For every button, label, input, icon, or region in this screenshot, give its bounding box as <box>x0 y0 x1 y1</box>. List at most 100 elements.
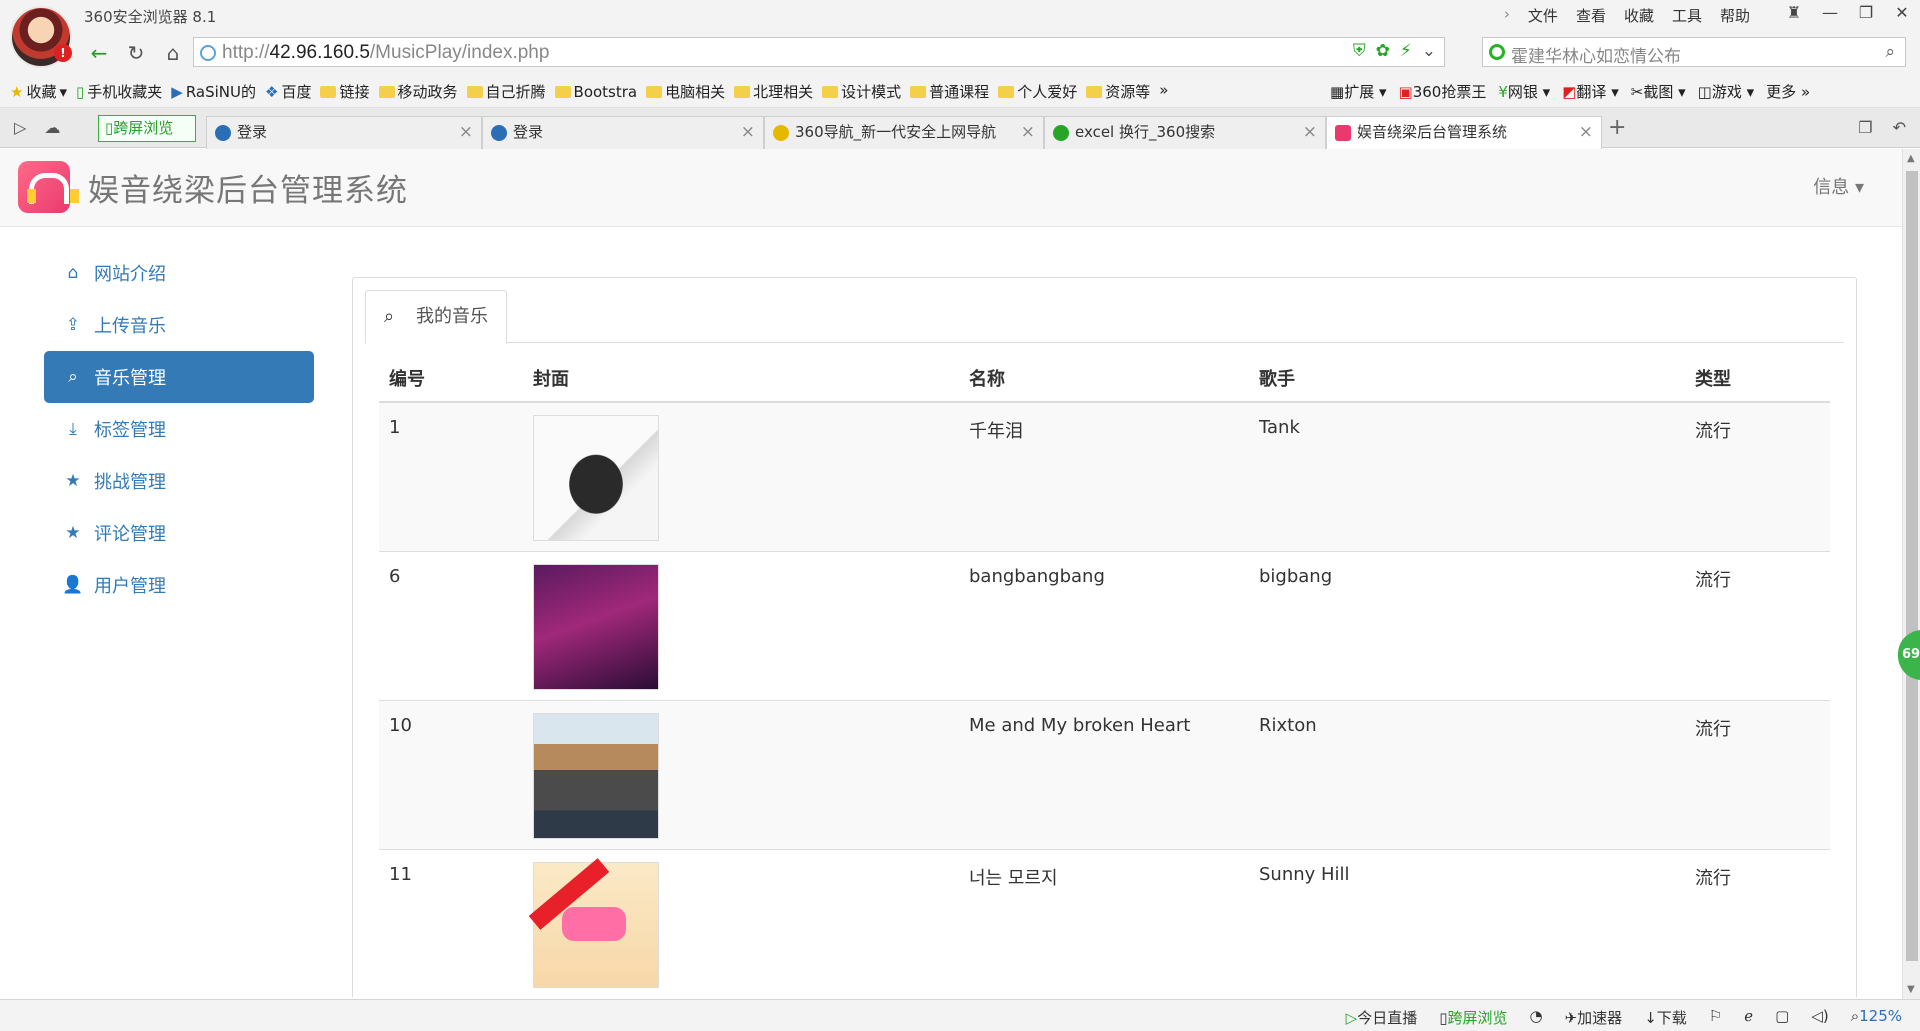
table-row[interactable]: 1 千年泪 Tank 流行 <box>379 401 1830 552</box>
bookmark-folder[interactable]: Bootstra <box>554 81 637 102</box>
search-icon[interactable]: ⌕ <box>1885 42 1895 62</box>
live-button[interactable]: ▷今日直播 <box>1346 1007 1418 1028</box>
headphones-logo-icon[interactable] <box>18 161 79 213</box>
flag-icon[interactable]: ⚐ <box>1709 1007 1722 1028</box>
user-avatar[interactable]: ! <box>10 6 72 68</box>
scroll-down-arrow-icon[interactable]: ▼ <box>1907 984 1915 995</box>
bookmark-folder[interactable]: 普通课程 <box>910 81 989 102</box>
page-scrollbar[interactable]: ▲ ▼ <box>1902 149 1920 999</box>
menu-view[interactable]: 查看 <box>1576 5 1606 26</box>
ie-icon[interactable]: ℯ <box>1744 1007 1753 1028</box>
bookmark-folder[interactable]: 电脑相关 <box>646 81 725 102</box>
bookmark-folder[interactable]: 北理相关 <box>734 81 813 102</box>
sidebar-item-tags[interactable]: ⤓ 标签管理 <box>44 403 314 455</box>
tab-login-1[interactable]: 登录 × <box>206 116 482 149</box>
tab-strip: ▷ ☁ ▯跨屏浏览 登录 × 登录 × 360导航_新一代安全上网导航 × ex… <box>0 108 1920 150</box>
tab-360-search[interactable]: excel 换行_360搜索 × <box>1044 116 1326 149</box>
home-icon[interactable]: ⌂ <box>158 38 188 68</box>
window-icon[interactable]: ▢ <box>1775 1007 1789 1028</box>
close-tab-icon[interactable]: × <box>1303 117 1317 147</box>
bookmark-favorites[interactable]: ★ 收藏 ▾ <box>10 81 67 102</box>
lightning-icon[interactable]: ⚡ <box>1400 41 1412 61</box>
undo-close-icon[interactable]: ↶ <box>1893 118 1906 137</box>
new-tab-icon[interactable]: + <box>1608 117 1626 139</box>
split-browse-button[interactable]: ▯跨屏浏览 <box>1439 1007 1507 1028</box>
menu-favorites[interactable]: 收藏 <box>1624 5 1654 26</box>
cell-cover <box>523 401 959 552</box>
album-cover-image[interactable] <box>533 713 659 839</box>
bookmark-folder[interactable]: 移动政务 <box>378 81 458 102</box>
bookmark-folder[interactable]: 自己折腾 <box>466 81 546 102</box>
tab-login-2[interactable]: 登录 × <box>482 116 764 149</box>
close-tab-icon[interactable]: × <box>1579 117 1593 147</box>
close-tab-icon[interactable]: × <box>741 117 755 147</box>
album-cover-image[interactable] <box>533 415 659 541</box>
restore-tabs-icon[interactable]: ❐ <box>1858 118 1872 137</box>
bookmark-folder[interactable]: 资源等 <box>1086 81 1150 102</box>
menu-help[interactable]: 帮助 <box>1720 5 1750 26</box>
cell-cover <box>523 551 959 701</box>
caret-down-icon: ▾ <box>1854 177 1864 198</box>
bookmark-rasinu[interactable]: ▶ RaSiNU的 <box>171 81 256 102</box>
toolbar-more-button[interactable]: 更多 » <box>1766 81 1810 102</box>
table-row[interactable]: 11 너는 모르지 Sunny Hill 流行 <box>379 849 1830 997</box>
menu-file[interactable]: 文件 <box>1528 5 1558 26</box>
bookmark-folder[interactable]: 设计模式 <box>822 81 901 102</box>
close-tab-icon[interactable]: × <box>1021 117 1035 147</box>
back-arrow-icon[interactable]: ← <box>84 38 114 68</box>
bookmark-folder[interactable]: 个人爱好 <box>998 81 1077 102</box>
tab-my-music[interactable]: ⌕ 我的音乐 <box>365 290 507 344</box>
album-cover-image[interactable] <box>533 862 659 988</box>
toolbar-screenshot-button[interactable]: ✂截图 ▾ <box>1631 81 1686 102</box>
sidebar-item-comments[interactable]: ★ 评论管理 <box>44 507 314 559</box>
toolbar-translate-button[interactable]: ◩翻译 ▾ <box>1562 81 1619 102</box>
minimize-icon[interactable]: — <box>1812 0 1848 28</box>
folder-icon <box>910 85 927 98</box>
scroll-thumb[interactable] <box>1906 171 1918 961</box>
toolbar-extensions-button[interactable]: ▦扩展 ▾ <box>1330 81 1387 102</box>
site-brand[interactable]: 娱音绕梁后台管理系统 <box>88 165 408 210</box>
toolbar-bank-button[interactable]: ¥网银 ▾ <box>1498 81 1550 102</box>
table-row[interactable]: 10 Me and My broken Heart Rixton 流行 <box>379 700 1830 850</box>
tab-admin-active[interactable]: 娱音绕梁后台管理系统 × <box>1326 116 1602 150</box>
table-row[interactable]: 6 bangbangbang bigbang 流行 <box>379 551 1830 701</box>
volume-icon[interactable]: ◁) <box>1811 1007 1828 1028</box>
info-dropdown[interactable]: 信息 ▾ <box>1813 173 1864 199</box>
tab-right-tools: ❐ ↶ <box>1858 118 1906 137</box>
close-tab-icon[interactable]: × <box>459 117 473 147</box>
menu-tools[interactable]: 工具 <box>1672 5 1702 26</box>
more-bookmarks-icon[interactable]: » <box>1159 81 1168 102</box>
sidebar-item-users[interactable]: 👤 用户管理 <box>44 559 314 611</box>
sidebar-item-music[interactable]: ⌕ 音乐管理 <box>44 351 314 403</box>
split-browse-tab[interactable]: ▯跨屏浏览 <box>98 115 196 142</box>
recycle-icon[interactable]: ✿ <box>1376 41 1390 61</box>
sidebar-item-challenges[interactable]: ★ 挑战管理 <box>44 455 314 507</box>
speed-icon[interactable]: ◔ <box>1530 1007 1543 1028</box>
chevron-down-icon[interactable]: ⌄ <box>1422 41 1436 61</box>
sidebar-item-upload[interactable]: ⇪ 上传音乐 <box>44 299 314 351</box>
shield-icon[interactable]: ⛨ <box>1353 41 1366 61</box>
search-input[interactable]: 霍建华林心如恋情公布 ⌕ <box>1482 37 1906 67</box>
accelerator-button[interactable]: ✈加速器 <box>1565 1007 1623 1028</box>
bookmark-mobile[interactable]: ▯ 手机收藏夹 <box>76 81 162 102</box>
album-cover-image[interactable] <box>533 564 659 690</box>
tab-360-nav[interactable]: 360导航_新一代安全上网导航 × <box>764 116 1044 149</box>
download-button[interactable]: ↓下载 <box>1644 1007 1687 1028</box>
skin-icon[interactable]: ♜ <box>1776 0 1812 28</box>
url-input[interactable]: http://42.96.160.5/MusicPlay/index.php ⛨… <box>193 37 1445 67</box>
cloud-icon[interactable]: ☁ <box>44 118 60 137</box>
zoom-button[interactable]: ⌕125% <box>1851 1007 1902 1028</box>
bookmark-baidu[interactable]: ❖ 百度 <box>265 81 311 102</box>
close-icon[interactable]: ✕ <box>1884 0 1920 28</box>
toolbar-ticket-button[interactable]: ▣360抢票王 <box>1399 81 1487 102</box>
sidebar-item-intro[interactable]: ⌂ 网站介绍 <box>44 247 314 299</box>
refresh-icon[interactable]: ↻ <box>121 38 151 68</box>
toolbar-games-button[interactable]: ◫游戏 ▾ <box>1698 81 1755 102</box>
maximize-icon[interactable]: ❐ <box>1848 0 1884 28</box>
sidebar-item-label: 上传音乐 <box>94 316 166 337</box>
sidebar-toggle-icon[interactable]: ▷ <box>14 118 26 137</box>
menu-chevron-icon[interactable]: › <box>1504 5 1510 26</box>
bookmark-folder[interactable]: 链接 <box>320 81 370 102</box>
search-icon: ⌕ <box>68 367 78 387</box>
scroll-up-arrow-icon[interactable]: ▲ <box>1907 153 1915 164</box>
